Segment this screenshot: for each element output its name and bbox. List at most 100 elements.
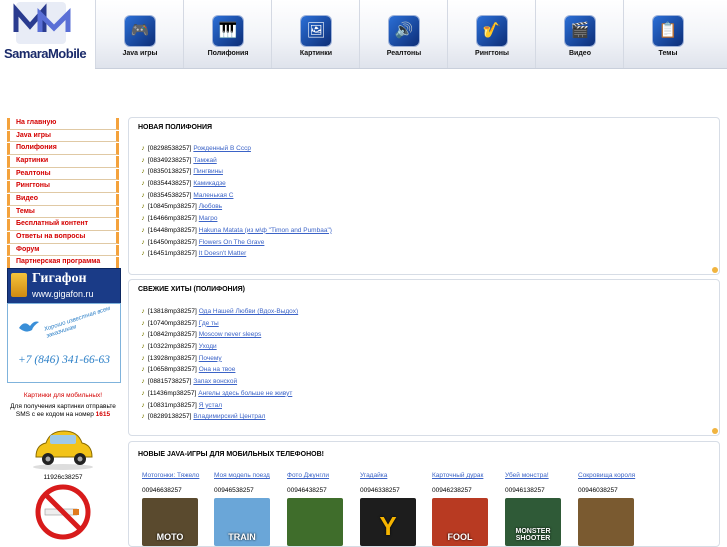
note-icon: ♪ bbox=[141, 156, 145, 164]
sidebar-item-pictures[interactable]: Картинки bbox=[7, 155, 119, 168]
game-screenshot[interactable]: TRAIN bbox=[214, 498, 270, 546]
new-java-games-panel: НОВЫЕ JAVA-ИГРЫ ДЛЯ МОБИЛЬНЫХ ТЕЛЕФОНОВ!… bbox=[128, 441, 720, 547]
game-code: 00946338257 bbox=[360, 487, 400, 494]
game-link[interactable]: Фото Джунгли bbox=[287, 472, 353, 479]
gigafon-url: www.gigafon.ru bbox=[32, 289, 94, 299]
note-icon: ♪ bbox=[141, 168, 145, 176]
track-link[interactable]: Она на твое bbox=[199, 366, 236, 373]
hits-list: ♪ [13818mp38257] Ода Нашей Любви (Вдох-Вы… bbox=[138, 306, 298, 423]
nav-item-realtones[interactable]: 🔊 Реалтоны bbox=[359, 0, 448, 68]
game-code: 00946138257 bbox=[505, 487, 545, 494]
promo-heading: Картинки для мобильных! bbox=[23, 392, 103, 399]
sidebar-item-java[interactable]: Java игры bbox=[7, 130, 119, 143]
gigafon-banner[interactable]: Гигафон www.gigafon.ru bbox=[7, 268, 121, 304]
nav-label: Полифония bbox=[207, 50, 249, 57]
game-link[interactable]: Мотогонки: Тяжело bbox=[142, 472, 208, 479]
track-link[interactable]: Hakuna Matata (из м\ф "Timon and Pumbaa"… bbox=[199, 227, 332, 234]
sidebar-item-home[interactable]: На главную bbox=[7, 118, 119, 130]
game-link[interactable]: Сокровища короля bbox=[578, 472, 644, 479]
sidebar-item-faq[interactable]: Ответы на вопросы bbox=[7, 231, 119, 244]
track-link[interactable]: Запах вонской bbox=[193, 378, 237, 385]
logo-text: SamaraMobile bbox=[4, 46, 87, 61]
game-screenshot[interactable]: MOTO bbox=[142, 498, 198, 546]
sidebar-item-video[interactable]: Видео bbox=[7, 193, 119, 206]
ad-slogan: Хорошо известная всем заказчикам bbox=[43, 305, 112, 340]
game-link[interactable]: Убей монстра! bbox=[505, 472, 571, 479]
list-item: ♪ [10740mp38257] Где ты bbox=[138, 318, 298, 330]
track-link[interactable]: Рожденный В Ссср bbox=[193, 145, 251, 152]
game-code: 00946038257 bbox=[578, 487, 618, 494]
note-icon: ♪ bbox=[141, 354, 145, 362]
gigafon-title: Гигафон bbox=[32, 271, 87, 286]
nav-item-pictures[interactable]: 🖼 Картинки bbox=[271, 0, 360, 68]
note-icon: ♪ bbox=[141, 215, 145, 223]
note-icon: ♪ bbox=[141, 343, 145, 351]
sidebar-item-polyphony[interactable]: Полифония bbox=[7, 143, 119, 155]
note-icon: ♪ bbox=[141, 378, 145, 386]
sidebar-item-forum[interactable]: Форум bbox=[7, 244, 119, 257]
panel-title: НОВЫЕ JAVA-ИГРЫ ДЛЯ МОБИЛЬНЫХ ТЕЛЕФОНОВ! bbox=[138, 451, 324, 458]
nav-item-ringtones[interactable]: 🎷 Рингтоны bbox=[447, 0, 536, 68]
list-item: ♪ [10322mp38257] Уходи bbox=[138, 341, 298, 353]
nav-item-themes[interactable]: 📋 Темы bbox=[623, 0, 712, 68]
list-item: ♪ [13818mp38257] Ода Нашей Любви (Вдох-Вы… bbox=[138, 306, 298, 318]
note-icon: ♪ bbox=[141, 250, 145, 258]
list-item: ♪ [08350138257] Пингвины bbox=[138, 166, 332, 178]
track-link[interactable]: Пингвины bbox=[193, 168, 223, 175]
ad-phone: +7 (846) 341-66-63 bbox=[17, 354, 111, 366]
gamepad-icon: 🎮 bbox=[125, 16, 155, 46]
new-polyphony-panel: НОВАЯ ПОЛИФОНИЯ ♪ [08298538257] Рожденный… bbox=[128, 117, 720, 275]
list-item: ♪ [10831mp38257] Я устал bbox=[138, 400, 298, 412]
bird-icon bbox=[19, 321, 39, 332]
track-link[interactable]: Ода Нашей Любви (Вдох-Выдох) bbox=[199, 308, 298, 315]
track-link[interactable]: Любовь bbox=[199, 203, 222, 210]
track-link[interactable]: Ангелы здесь больше не живут bbox=[198, 390, 292, 397]
nav-item-java[interactable]: 🎮 Java игры bbox=[95, 0, 184, 68]
car-picture-icon[interactable] bbox=[28, 423, 98, 471]
sidebar-item-realtones[interactable]: Реалтоны bbox=[7, 168, 119, 181]
no-smoking-icon[interactable] bbox=[35, 484, 91, 540]
site-logo[interactable]: SamaraMobile bbox=[2, 2, 92, 64]
note-icon: ♪ bbox=[141, 319, 145, 327]
track-link[interactable]: Маленькая С bbox=[193, 192, 233, 199]
track-link[interactable]: Почему bbox=[199, 355, 222, 362]
track-link[interactable]: Moscow never sleeps bbox=[199, 331, 262, 338]
game-screenshot[interactable]: MONSTER SHOOTER bbox=[505, 498, 561, 546]
game-screenshot[interactable] bbox=[287, 498, 343, 546]
game-card: Убей монстра! 00946138257 MONSTER SHOOTE… bbox=[505, 472, 571, 546]
game-screenshot[interactable]: Y bbox=[360, 498, 416, 546]
list-item: ♪ [16451mp38257] It Doesn't Matter bbox=[138, 248, 332, 260]
nav-item-video[interactable]: 🎬 Видео bbox=[535, 0, 624, 68]
list-item: ♪ [08354538257] Маленькая С bbox=[138, 190, 332, 202]
track-link[interactable]: Камикадзе bbox=[193, 180, 225, 187]
film-icon: 🎬 bbox=[565, 16, 595, 46]
game-card: Карточный дурак 00946238257 FOOL bbox=[432, 472, 498, 546]
game-link[interactable]: Моя модель поезд bbox=[214, 472, 280, 479]
panel-title: СВЕЖИЕ ХИТЫ (ПОЛИФОНИЯ) bbox=[138, 286, 245, 293]
sidebar-item-themes[interactable]: Темы bbox=[7, 206, 119, 219]
game-screenshot[interactable]: FOOL bbox=[432, 498, 488, 546]
track-link[interactable]: Владимирский Централ bbox=[193, 413, 265, 420]
track-link[interactable]: Flowers On The Grave bbox=[199, 239, 265, 246]
game-code: 00946538257 bbox=[214, 487, 254, 494]
track-link[interactable]: It Doesn't Matter bbox=[199, 250, 246, 257]
ad-banner[interactable]: Хорошо известная всем заказчикам +7 (846… bbox=[7, 303, 121, 383]
nav-label: Реалтоны bbox=[386, 50, 422, 57]
game-link[interactable]: Карточный дурак bbox=[432, 472, 498, 479]
sidebar-item-free[interactable]: Бесплатный контент bbox=[7, 219, 119, 231]
promo-description: Для получения картинки отправьте SMS с е… bbox=[10, 403, 116, 418]
nav-item-polyphony[interactable]: 🎹 Полифония bbox=[183, 0, 272, 68]
sidebar-item-ringtones[interactable]: Рингтоны bbox=[7, 181, 119, 193]
game-code: 00946238257 bbox=[432, 487, 472, 494]
track-link[interactable]: Магро bbox=[199, 215, 218, 222]
game-card: Мотогонки: Тяжело 00946638257 MOTO bbox=[142, 472, 208, 546]
track-link[interactable]: Тамжай bbox=[193, 157, 216, 164]
note-icon: ♪ bbox=[141, 401, 145, 409]
track-link[interactable]: Уходи bbox=[199, 343, 217, 350]
track-link[interactable]: Где ты bbox=[199, 320, 219, 327]
game-screenshot[interactable] bbox=[578, 498, 634, 546]
track-link[interactable]: Я устал bbox=[199, 402, 222, 409]
polyphony-list: ♪ [08298538257] Рожденный В Ссср ♪ [083492… bbox=[138, 143, 332, 260]
game-link[interactable]: Угадайка bbox=[360, 472, 426, 479]
note-icon: ♪ bbox=[141, 238, 145, 246]
